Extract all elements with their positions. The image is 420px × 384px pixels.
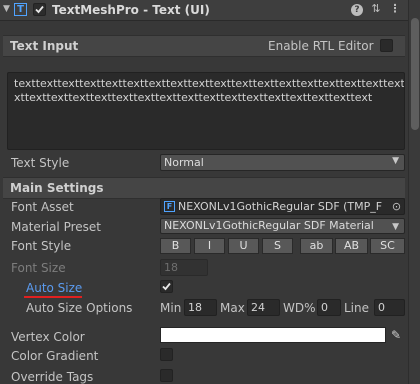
font-style-strikethrough-button[interactable]: S (262, 238, 293, 254)
chevron-down-icon: ▼ (392, 222, 399, 232)
min-field[interactable]: 18 (184, 299, 217, 316)
font-asset-field[interactable]: F NEXONLv1GothicRegular SDF (TMP_F ⊙ (160, 198, 405, 215)
help-icon[interactable]: ? (351, 4, 363, 16)
text-input-section-header: Text Input Enable RTL Editor (3, 35, 405, 57)
max-value: 24 (251, 301, 265, 314)
text-input-line-2: xttexttexttexttexttexttexttexttexttextte… (14, 91, 373, 104)
font-style-bold-button[interactable]: B (160, 238, 191, 254)
text-input-title: Text Input (10, 39, 79, 53)
wd-label: WD% (283, 301, 316, 315)
line-label: Line (344, 301, 370, 315)
auto-size-checkbox[interactable] (160, 280, 173, 293)
text-style-label: Text Style (11, 156, 70, 170)
component-enabled-checkbox[interactable] (33, 3, 46, 16)
font-style-uppercase-button[interactable]: AB (335, 238, 368, 254)
max-field[interactable]: 24 (247, 299, 280, 316)
line-field[interactable]: 0 (374, 299, 405, 316)
enable-rtl-checkbox[interactable] (380, 39, 393, 52)
font-style-underline-button[interactable]: U (228, 238, 259, 254)
eyedropper-icon[interactable]: ✎ (388, 327, 404, 343)
chevron-down-icon: ▼ (392, 156, 399, 166)
kebab-menu-icon[interactable]: ⋮ (389, 3, 401, 15)
wd-value: 0 (321, 301, 328, 314)
min-label: Min (160, 301, 182, 315)
component-header[interactable]: ▼ T TextMeshPro - Text (UI) ? ⇅ ⋮ (0, 0, 408, 21)
override-tags-label: Override Tags (11, 370, 94, 384)
auto-size-underline (24, 296, 82, 298)
component-title: TextMeshPro - Text (UI) (52, 3, 210, 17)
font-style-lowercase-button[interactable]: ab (300, 238, 333, 254)
textmeshpro-icon: T (14, 3, 27, 16)
font-style-smallcaps-button[interactable]: SC (370, 238, 405, 254)
auto-size-options-label: Auto Size Options (26, 301, 133, 315)
font-style-italic-button[interactable]: I (194, 238, 225, 254)
color-gradient-checkbox[interactable] (160, 348, 173, 361)
font-size-label: Font Size (11, 261, 66, 275)
font-style-label: Font Style (11, 239, 72, 253)
object-picker-icon[interactable]: ⊙ (390, 200, 403, 213)
font-size-value: 18 (164, 261, 178, 274)
font-asset-label: Font Asset (11, 200, 74, 214)
min-value: 18 (188, 301, 202, 314)
material-preset-label: Material Preset (11, 220, 101, 234)
main-settings-section-header: Main Settings (3, 177, 405, 199)
material-preset-dropdown[interactable]: NEXONLv1GothicRegular SDF Material ▼ (160, 218, 405, 234)
main-settings-title: Main Settings (10, 181, 104, 195)
presets-icon[interactable]: ⇅ (370, 3, 382, 15)
override-tags-checkbox[interactable] (160, 369, 173, 382)
text-input-area[interactable]: texttexttexttexttexttexttexttexttexttext… (7, 72, 405, 150)
vertex-color-label: Vertex Color (11, 330, 85, 344)
max-label: Max (220, 301, 245, 315)
text-input-line-1: texttexttexttexttexttexttexttexttexttext… (14, 77, 405, 90)
enable-rtl-label: Enable RTL Editor (268, 39, 374, 53)
auto-size-label: Auto Size (26, 281, 83, 295)
scrollbar-thumb[interactable] (411, 18, 419, 130)
material-preset-value: NEXONLv1GothicRegular SDF Material (164, 219, 374, 232)
text-style-dropdown[interactable]: Normal ▼ (160, 154, 405, 171)
color-gradient-label: Color Gradient (11, 349, 99, 363)
text-style-value: Normal (164, 156, 204, 169)
vertex-color-swatch[interactable] (160, 327, 386, 343)
triangle-down-icon[interactable]: ▼ (3, 4, 10, 14)
font-asset-value: NEXONLv1GothicRegular SDF (TMP_F (178, 200, 383, 213)
font-asset-icon: F (164, 201, 175, 212)
wd-field[interactable]: 0 (317, 299, 341, 316)
font-size-field: 18 (160, 259, 208, 276)
inspector-scrollbar[interactable] (408, 0, 420, 384)
line-value: 0 (378, 301, 385, 314)
